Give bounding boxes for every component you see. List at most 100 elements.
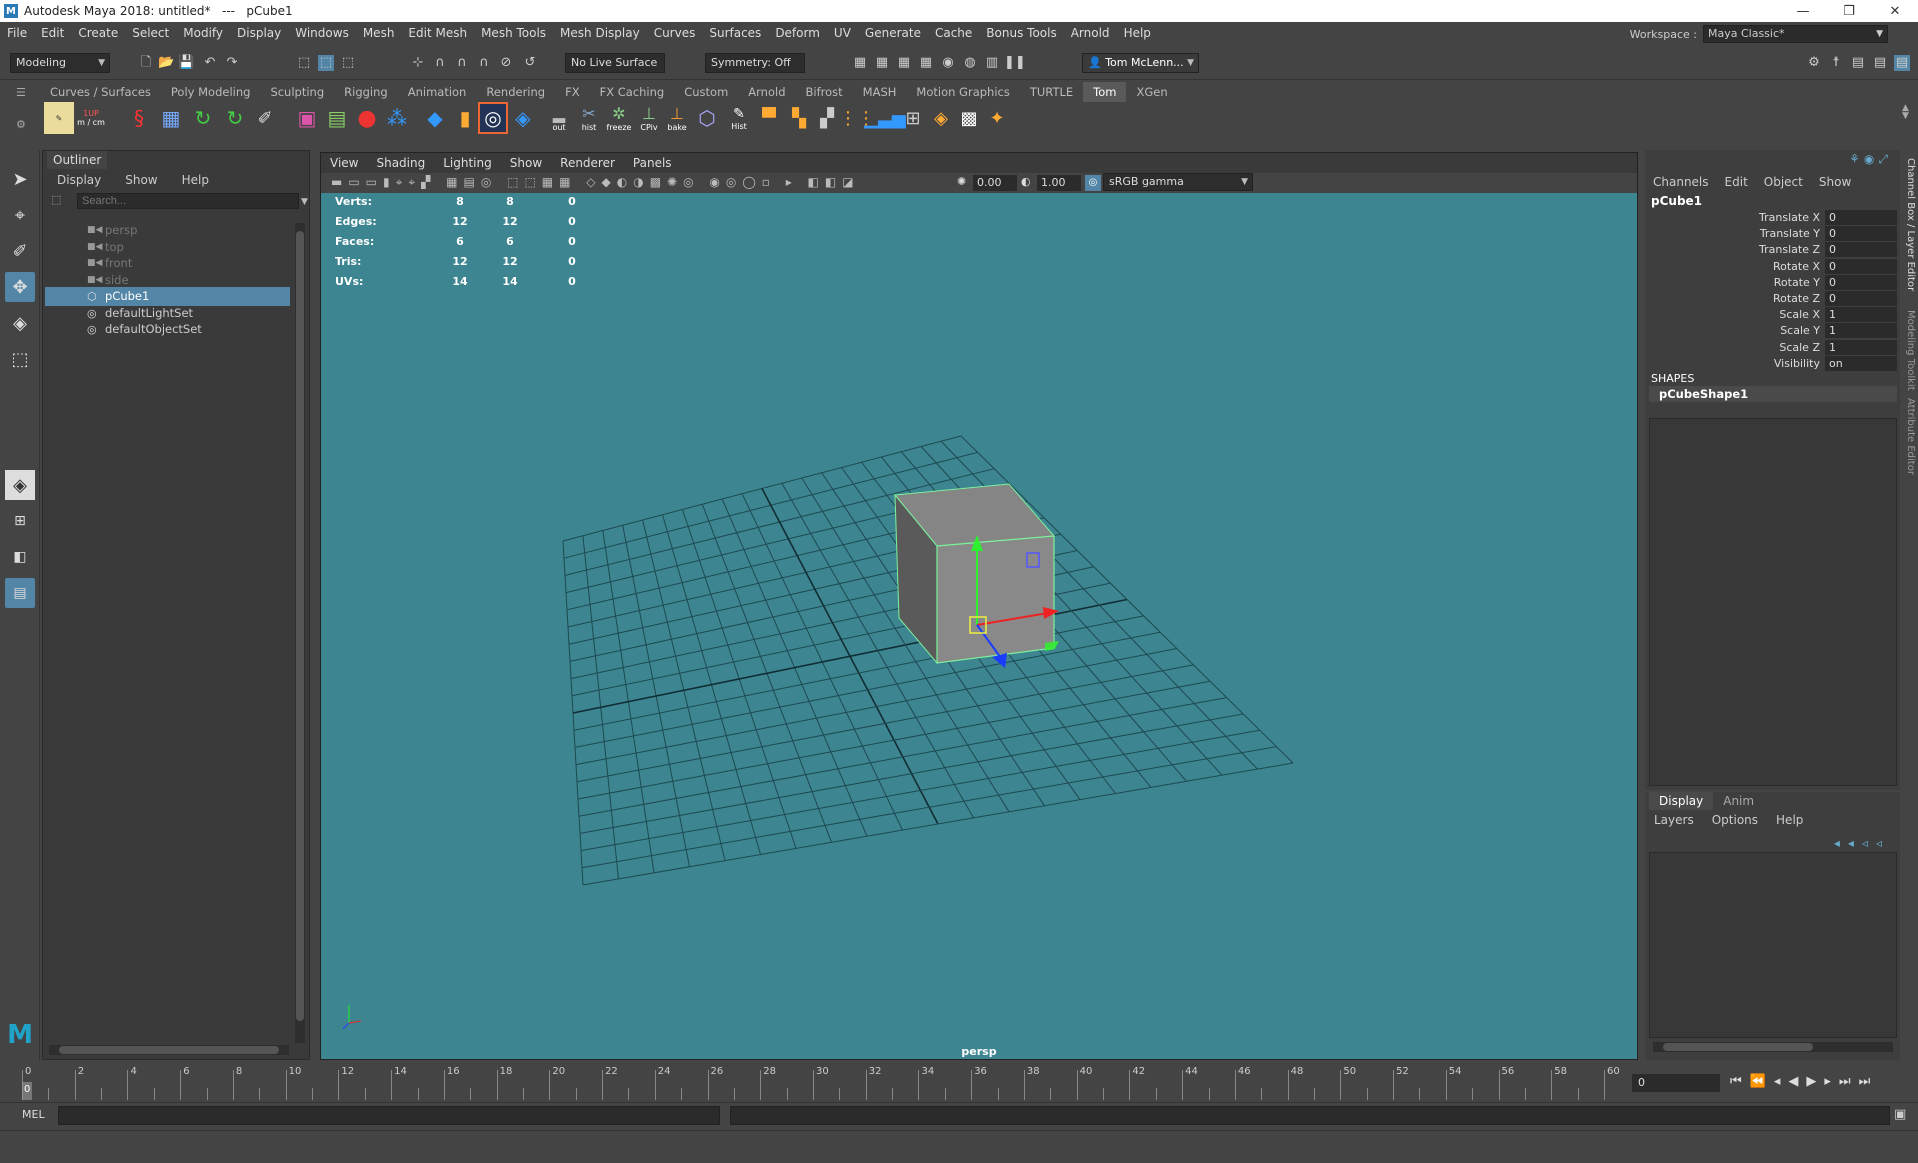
loop-icon[interactable]: ↻ xyxy=(188,102,218,134)
bake-shelf-icon[interactable]: ⊥ bake xyxy=(662,102,692,134)
layer-menu-options[interactable]: Options xyxy=(1703,812,1767,828)
diamond-icon[interactable]: ◈ xyxy=(926,102,956,134)
center-pivot-shelf-icon[interactable]: ⊥ CPiv xyxy=(634,102,664,134)
outliner-menu-show[interactable]: Show xyxy=(111,171,167,189)
move-tool-icon[interactable]: ✥ xyxy=(5,272,35,302)
grid-mesh-icon[interactable]: ▦ xyxy=(156,102,186,134)
shelf-tab-bifrost[interactable]: Bifrost xyxy=(796,82,853,102)
uv-editor-icon[interactable]: ◈ xyxy=(508,102,538,134)
layer-action-icons[interactable]: ◂◂◃◃ xyxy=(1834,836,1890,850)
outliner-hscrollbar[interactable] xyxy=(49,1045,289,1055)
layout-icon[interactable]: ▞ xyxy=(812,102,842,134)
menu-create[interactable]: Create xyxy=(71,26,125,40)
shelf-settings-icon[interactable]: ⚙ xyxy=(16,118,28,131)
menu-bonus-tools[interactable]: Bonus Tools xyxy=(979,26,1063,40)
layer-tab-display[interactable]: Display xyxy=(1649,792,1714,810)
snap-pivot-icon[interactable]: ↺ xyxy=(522,55,538,71)
render-view-shelf-icon[interactable]: ▣ xyxy=(292,102,322,134)
uv-sphere-icon[interactable]: ◎ xyxy=(478,102,508,134)
menu-edit[interactable]: Edit xyxy=(34,26,71,40)
redo-icon[interactable]: ↷ xyxy=(224,55,240,71)
script-editor-icon[interactable]: ✎ xyxy=(44,102,74,134)
snap-curve-icon[interactable]: ∩ xyxy=(432,55,448,71)
script-language-label[interactable]: MEL xyxy=(22,1108,45,1121)
viewport-menu-shading[interactable]: Shading xyxy=(367,156,434,170)
workspace-dropdown[interactable]: Maya Classic* ▼ xyxy=(1703,25,1888,43)
shelf-tab-fx-caching[interactable]: FX Caching xyxy=(590,82,675,102)
shelf-menu-icon[interactable]: ☰ xyxy=(16,86,28,99)
viewport-menu-renderer[interactable]: Renderer xyxy=(551,156,624,170)
time-slider[interactable]: 0 2 4 6 8 10 12 14 16 18 20 22 24 26 28 30 32 34 36 38 40 42 4… xyxy=(0,1064,1918,1100)
channel-name[interactable]: Translate Y xyxy=(1760,226,1820,242)
playback-controls[interactable]: ⏮⏪◂◀▶▸⏭⏭ xyxy=(1730,1074,1910,1092)
shelf-tab-tom[interactable]: Tom xyxy=(1083,82,1127,102)
select-tool-icon[interactable]: ➤ xyxy=(5,164,35,194)
select-component-icon[interactable]: ⬚ xyxy=(340,55,356,71)
bar-chart-icon[interactable]: ▁▃▅ xyxy=(864,102,906,134)
channel-name[interactable]: Scale X xyxy=(1779,307,1820,323)
shelf-tab-animation[interactable]: Animation xyxy=(398,82,477,102)
channel-name[interactable]: Translate X xyxy=(1759,210,1820,226)
channel-name[interactable]: Rotate X xyxy=(1773,259,1820,275)
shelf-tab-arnold[interactable]: Arnold xyxy=(738,82,795,102)
channel-value-field[interactable]: 0 xyxy=(1825,226,1897,242)
scale-tool-icon[interactable]: ⬚ xyxy=(5,344,35,374)
hscroll-thumb[interactable] xyxy=(59,1046,279,1054)
channel-menu-object[interactable]: Object xyxy=(1756,174,1811,190)
live-surface-field[interactable]: No Live Surface xyxy=(565,53,665,73)
shelf-scroll-icon[interactable]: ▲ ▼ xyxy=(1902,104,1914,121)
shelf-tab-mash[interactable]: MASH xyxy=(853,82,907,102)
menu-mesh-display[interactable]: Mesh Display xyxy=(553,26,647,40)
snap-grid-icon[interactable]: ⊹ xyxy=(410,55,426,71)
undo-icon[interactable]: ↶ xyxy=(202,55,218,71)
side-tab-modeling-toolkit[interactable]: Modeling Toolkit xyxy=(1905,310,1916,391)
menu-surfaces[interactable]: Surfaces xyxy=(702,26,768,40)
rotate-tool-icon[interactable]: ◈ xyxy=(5,308,35,338)
side-tab-channel-box-layer-editor[interactable]: Channel Box / Layer Editor xyxy=(1905,158,1916,291)
layer-hscroll-thumb[interactable] xyxy=(1663,1043,1813,1051)
four-view-icon[interactable]: ⊞ xyxy=(5,506,35,536)
shelf-tab-rigging[interactable]: Rigging xyxy=(334,82,398,102)
channel-menu-channels[interactable]: Channels xyxy=(1645,174,1717,190)
layer-menu-layers[interactable]: Layers xyxy=(1645,812,1703,828)
shelf-tab-motion-graphics[interactable]: Motion Graphics xyxy=(906,82,1019,102)
menu-edit-mesh[interactable]: Edit Mesh xyxy=(401,26,474,40)
channel-box-icon[interactable]: ▤ xyxy=(1894,55,1910,71)
outliner-search-input[interactable] xyxy=(77,193,299,209)
viewport-menu-lighting[interactable]: Lighting xyxy=(434,156,501,170)
outliner-menu-display[interactable]: Display xyxy=(43,171,111,189)
side-tab-attribute-editor[interactable]: Attribute Editor xyxy=(1905,398,1916,475)
channel-value-field[interactable]: 0 xyxy=(1825,242,1897,258)
gamma-field[interactable]: 1.00 xyxy=(1037,175,1081,191)
outliner-menu-help[interactable]: Help xyxy=(168,171,219,189)
paint-select-icon[interactable]: ✐ xyxy=(5,236,35,266)
channel-menu-edit[interactable]: Edit xyxy=(1717,174,1756,190)
outliner-tab[interactable]: Outliner xyxy=(47,151,108,169)
time-ruler[interactable]: 0 2 4 6 8 10 12 14 16 18 20 22 24 26 28 30 32 34 36 38 40 42 4… xyxy=(22,1064,1620,1100)
channel-box-toggle-icons[interactable]: ⚘◉⤢ xyxy=(1849,152,1892,167)
panel-toolbar-icons[interactable]: ▬▭▭▮⌖⌖▞ ▦▤◎ ⬚⬚▦▦ ◇◆◐◑▩✺◎ ◉◎◯▫ ▸ ◧◧◪ xyxy=(331,175,931,191)
menu-uv[interactable]: UV xyxy=(827,26,858,40)
menu-display[interactable]: Display xyxy=(230,26,288,40)
single-perspective-icon[interactable]: ◈ xyxy=(5,470,35,500)
orange-box-icon[interactable]: ▮ xyxy=(450,102,480,134)
open-scene-icon[interactable]: 📂 xyxy=(158,55,174,71)
menu-generate[interactable]: Generate xyxy=(858,26,928,40)
ipr-render-icon[interactable]: ▦ xyxy=(896,55,912,71)
shelf-tab-xgen[interactable]: XGen xyxy=(1126,82,1177,102)
wire-cube-icon[interactable]: ⬡ xyxy=(692,102,722,134)
channel-name[interactable]: Visibility xyxy=(1774,356,1820,372)
lasso-tool-icon[interactable]: ⌖ xyxy=(5,200,35,230)
menu-select[interactable]: Select xyxy=(125,26,176,40)
snap-point-icon[interactable]: ∩ xyxy=(454,55,470,71)
shape-node-item[interactable]: pCubeShape1 xyxy=(1649,386,1897,402)
menu-arnold[interactable]: Arnold xyxy=(1064,26,1117,40)
render-frame-icon[interactable]: ▦ xyxy=(874,55,890,71)
channel-value-field[interactable]: on xyxy=(1825,355,1897,371)
channel-name[interactable]: Scale Z xyxy=(1779,340,1820,356)
blue-diamond-icon[interactable]: ◆ xyxy=(420,102,450,134)
colorspace-dropdown[interactable]: sRGB gamma ▼ xyxy=(1103,173,1253,191)
channel-name[interactable]: Translate Z xyxy=(1759,242,1820,258)
sphere-icon[interactable]: ● xyxy=(352,102,382,134)
hist-shelf-icon[interactable]: ✂ hist xyxy=(574,102,604,134)
